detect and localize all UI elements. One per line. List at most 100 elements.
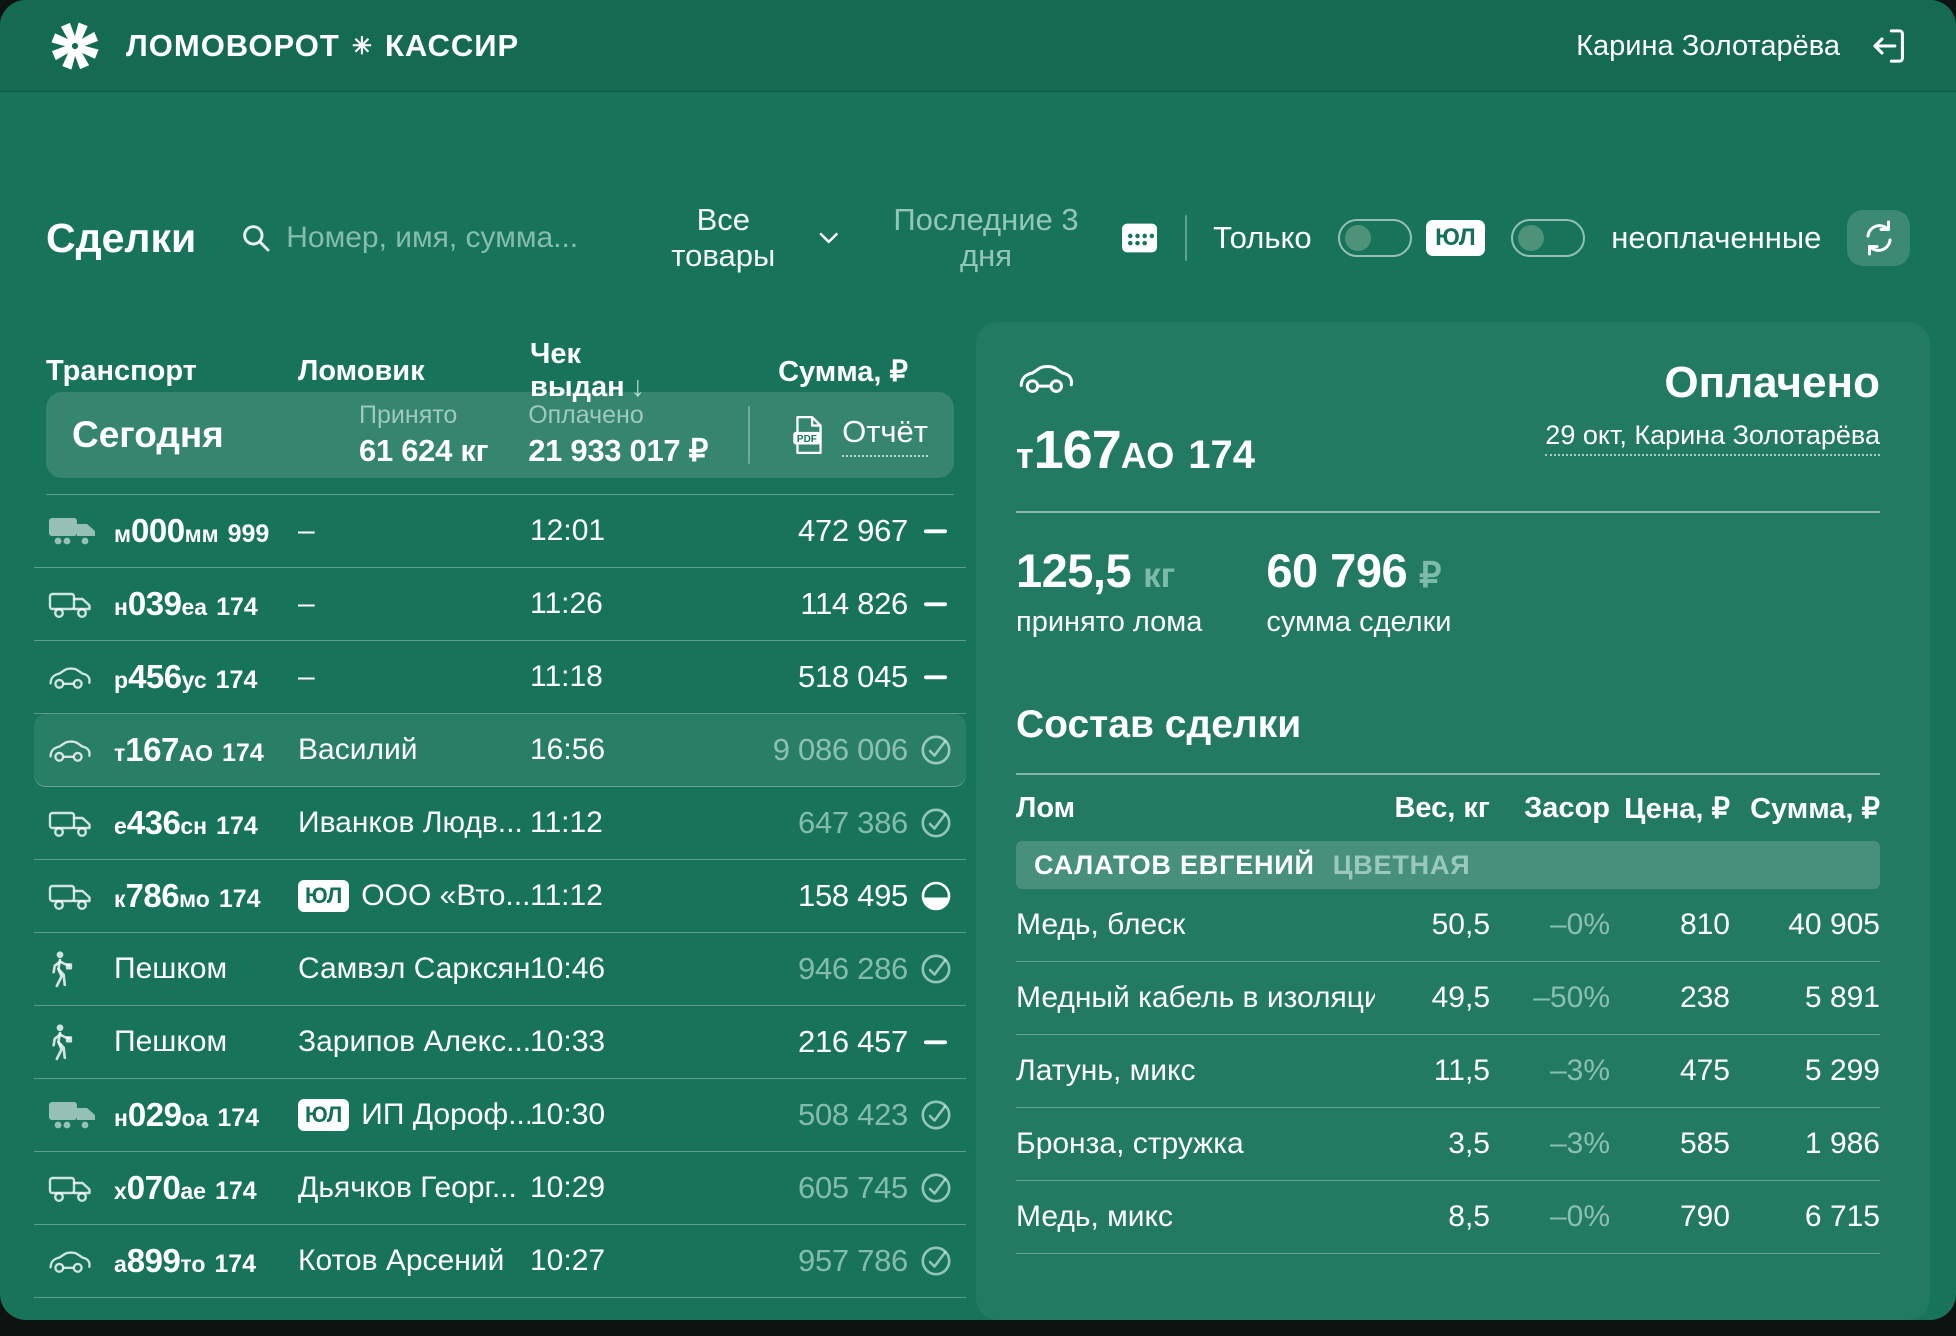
check-time: 10:29: [530, 1171, 698, 1205]
logout-button[interactable]: [1868, 25, 1910, 67]
transport-cell: Пешком: [46, 950, 298, 988]
metal-category: ЦВЕТНАЯ: [1333, 850, 1471, 881]
app-window: ЛОМОВОРОТ ✳ КАССИР Карина Золотарёва Сде…: [0, 0, 1956, 1320]
price: 475: [1610, 1054, 1730, 1088]
brand: ЛОМОВОРОТ ✳ КАССИР: [46, 17, 519, 75]
goods-filter-dropdown[interactable]: Все товары: [642, 202, 840, 274]
transport-cell: м000мм999: [46, 512, 298, 550]
paid-block: Оплачено 21 933 017 ₽: [528, 401, 708, 469]
unpaid-dash-icon: [918, 1024, 954, 1060]
report-button[interactable]: PDF Отчёт: [790, 414, 928, 457]
scrap-name: Бронза, стружка: [1016, 1127, 1375, 1161]
car-icon: [46, 735, 92, 766]
clog-percent: –3%: [1490, 1127, 1610, 1161]
transport-label: Пешком: [114, 1025, 227, 1059]
table-row[interactable]: х070ае174Дьячков Георг...10:29605 745: [34, 1152, 966, 1225]
deal-amount: 158 495: [698, 878, 908, 914]
col-check-issued[interactable]: Чек выдан↓: [530, 338, 698, 404]
divider: [1016, 511, 1880, 513]
accepted-block: Принято 61 624 кг: [359, 401, 488, 469]
truck-icon: [46, 1171, 96, 1205]
deal-amount: 957 786: [698, 1243, 908, 1279]
table-row[interactable]: м000мм999–12:01472 967: [34, 495, 966, 568]
vehicle-plate: н039еа174: [114, 585, 258, 623]
divider: [748, 406, 750, 464]
jur-badge: ЮЛ: [298, 880, 349, 912]
check-time: 11:12: [530, 879, 698, 913]
toggle-knob: [1518, 225, 1544, 251]
lomovik-cell: –: [298, 514, 530, 548]
search-field[interactable]: [240, 221, 616, 255]
search-input[interactable]: [286, 221, 616, 255]
price: 810: [1610, 908, 1730, 942]
transport-cell: а899то174: [46, 1242, 298, 1280]
table-row[interactable]: н039еа174–11:26114 826: [34, 568, 966, 641]
deal-composition-title: Состав сделки: [1016, 703, 1880, 747]
refresh-button[interactable]: [1847, 210, 1910, 266]
jur-only-toggle[interactable]: [1338, 219, 1412, 257]
deal-amount: 605 745: [698, 1170, 908, 1206]
table-row[interactable]: р456ус174–11:18518 045: [34, 641, 966, 714]
table-row[interactable]: ПешкомСамвэл Сарксян10:46946 286: [34, 933, 966, 1006]
star-separator-icon: ✳: [352, 32, 373, 61]
lomovik-cell: Василий: [298, 733, 530, 767]
only-label: Только: [1213, 220, 1311, 256]
weight: 50,5: [1375, 908, 1490, 942]
items-table-header: Лом Вес, кг Засор Цена, ₽ Сумма, ₽: [1016, 775, 1880, 841]
check-time: 10:30: [530, 1098, 698, 1132]
deal-stats: 125,5 кг принято лома 60 796 ₽ сумма сде…: [1016, 543, 1880, 639]
deal-detail-panel: т167АО174 Оплачено 29 окт, Карина Золота…: [976, 322, 1930, 1320]
unpaid-dash-icon: [918, 586, 954, 622]
deals-table-header: Транспорт Ломовик Чек выдан↓ Сумма, ₽: [46, 338, 954, 384]
deal-amount: 647 386: [698, 805, 908, 841]
clog-percent: –0%: [1490, 908, 1610, 942]
unpaid-only-toggle[interactable]: [1511, 219, 1585, 257]
date-filter[interactable]: Последние 3 дня: [866, 202, 1159, 274]
payment-status: [908, 951, 954, 987]
deal-status: Оплачено: [1545, 358, 1880, 408]
lomovik-cell: –: [298, 660, 530, 694]
supplier-name: САЛАТОВ ЕВГЕНИЙ: [1034, 850, 1315, 881]
payment-status: [908, 878, 954, 914]
truck-icon: [46, 587, 96, 621]
accepted-weight-stat: 125,5 кг принято лома: [1016, 543, 1202, 639]
table-row[interactable]: е436сн174Иванков Людв...11:12647 386: [34, 787, 966, 860]
jur-badge: ЮЛ: [1426, 220, 1485, 256]
paid-check-icon: [918, 951, 954, 987]
paid-check-icon: [918, 1170, 954, 1206]
supplier-group-band: САЛАТОВ ЕВГЕНИЙ ЦВЕТНАЯ: [1016, 841, 1880, 889]
car-icon: [1016, 358, 1074, 398]
item-row: Бронза, стружка3,5–3%5851 986: [1016, 1108, 1880, 1181]
table-row[interactable]: ПешкомЗарипов Алекс...10:33216 457: [34, 1006, 966, 1079]
deal-amount: 9 086 006: [698, 732, 908, 768]
transport-cell: к786мо174: [46, 877, 298, 915]
lomovik-cell: ЮЛИП Дороф...: [298, 1098, 530, 1132]
truck-icon: [46, 806, 96, 840]
table-row[interactable]: н029оа174ЮЛИП Дороф...10:30508 423: [34, 1079, 966, 1152]
items-rows: Медь, блеск50,5–0%81040 905Медный кабель…: [1016, 889, 1880, 1254]
deal-date-user-link[interactable]: 29 окт, Карина Золотарёва: [1545, 420, 1880, 456]
vehicle-plate: к786мо174: [114, 877, 261, 915]
lomovik-cell: Зарипов Алекс...: [298, 1025, 530, 1059]
table-row[interactable]: а899то174Котов Арсений10:27957 786: [34, 1225, 966, 1298]
vehicle-plate: е436сн174: [114, 804, 258, 842]
search-icon: [240, 222, 272, 254]
scrap-name: Медный кабель в изоляции: [1016, 981, 1375, 1015]
paid-check-icon: [918, 1243, 954, 1279]
lomovik-cell: Дьячков Георг...: [298, 1171, 530, 1205]
check-time: 10:46: [530, 952, 698, 986]
col-lomovik: Ломовик: [298, 355, 530, 388]
toggle-knob: [1345, 225, 1371, 251]
weight: 11,5: [1375, 1054, 1490, 1088]
payment-status: [908, 732, 954, 768]
table-row[interactable]: к786мо174ЮЛООО «Вто...11:12158 495: [34, 860, 966, 933]
scrap-name: Латунь, микс: [1016, 1054, 1375, 1088]
table-row[interactable]: т167АО174Василий16:569 086 006: [34, 714, 966, 787]
page-title: Сделки: [46, 215, 196, 262]
item-row: Медный кабель в изоляции49,5–50%2385 891: [1016, 962, 1880, 1035]
weight: 49,5: [1375, 981, 1490, 1015]
deal-amount: 946 286: [698, 951, 908, 987]
vehicle-plate: м000мм999: [114, 512, 269, 550]
payment-status: [908, 513, 954, 549]
unpaid-label: неоплаченные: [1611, 220, 1821, 256]
